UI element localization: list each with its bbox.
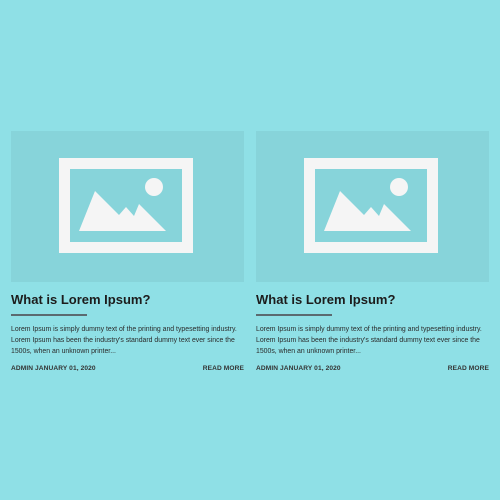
posts-grid: What is Lorem Ipsum? Lorem Ipsum is simp…	[11, 131, 489, 372]
post-meta: ADMIN JANUARY 01, 2020	[11, 365, 96, 372]
post-meta-row: ADMIN JANUARY 01, 2020 READ MORE	[11, 365, 244, 372]
image-placeholder-icon	[304, 158, 438, 253]
read-more-link[interactable]: READ MORE	[448, 365, 489, 372]
post-title[interactable]: What is Lorem Ipsum?	[11, 292, 244, 308]
post-meta-row: ADMIN JANUARY 01, 2020 READ MORE	[256, 365, 489, 372]
post-title[interactable]: What is Lorem Ipsum?	[256, 292, 489, 308]
image-placeholder-icon	[59, 158, 193, 253]
post-excerpt: Lorem Ipsum is simply dummy text of the …	[256, 326, 482, 355]
title-divider	[256, 314, 332, 316]
read-more-link[interactable]: READ MORE	[203, 365, 244, 372]
post-excerpt: Lorem Ipsum is simply dummy text of the …	[11, 326, 237, 355]
post-card: What is Lorem Ipsum? Lorem Ipsum is simp…	[11, 131, 244, 372]
post-thumbnail[interactable]	[11, 131, 244, 282]
post-card: What is Lorem Ipsum? Lorem Ipsum is simp…	[256, 131, 489, 372]
title-divider	[11, 314, 87, 316]
post-thumbnail[interactable]	[256, 131, 489, 282]
post-meta: ADMIN JANUARY 01, 2020	[256, 365, 341, 372]
